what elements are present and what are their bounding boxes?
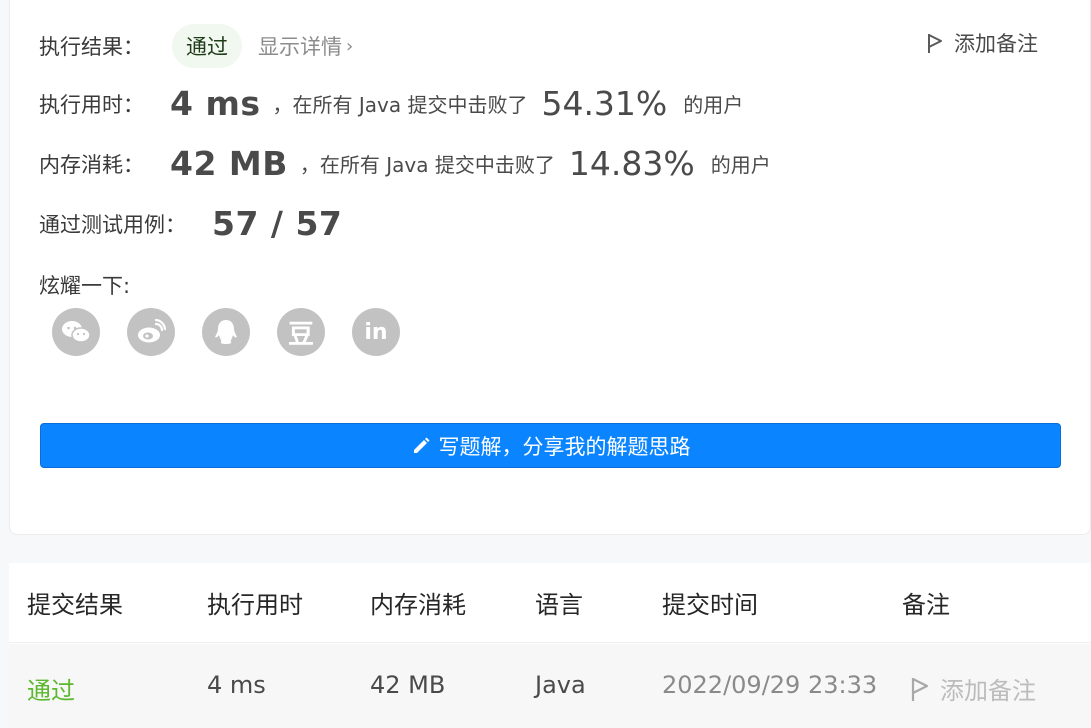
row-memory: 42 MB (370, 671, 446, 699)
header-language: 语言 (535, 591, 583, 619)
share-icons: 豆 in (52, 308, 400, 356)
memory-suffix: 的用户 (710, 153, 771, 177)
tests-label: 通过测试用例： (39, 212, 186, 237)
douban-glyph: 豆 (287, 319, 314, 350)
linkedin-glyph: in (364, 319, 388, 345)
row-add-note-label: 添加备注 (940, 677, 1036, 705)
result-card: 执行结果： 通过 显示详情 › 添加备注 执行用时： 4 ms ，在所有 Jav… (9, 0, 1091, 535)
table-row[interactable]: 通过 4 ms 42 MB Java 2022/09/29 23:33 添加备注 (9, 644, 1091, 728)
tests-value: 57 / 57 (212, 204, 343, 243)
memory-value: 42 MB (170, 144, 288, 183)
result-row: 执行结果： 通过 显示详情 › (39, 24, 353, 68)
write-solution-button[interactable]: 写题解，分享我的解题思路 (40, 423, 1061, 468)
header-time: 提交时间 (662, 591, 758, 619)
submission-table: 提交结果 执行用时 内存消耗 语言 提交时间 备注 通过 4 ms 42 MB … (9, 563, 1091, 728)
flag-icon (911, 677, 929, 701)
runtime-label: 执行用时： (39, 92, 144, 117)
runtime-desc: ，在所有 Java 提交中击败了 (272, 93, 528, 117)
share-label: 炫耀一下: (39, 274, 131, 298)
header-memory: 内存消耗 (370, 591, 466, 619)
memory-percent: 14.83% (568, 144, 695, 183)
douban-icon[interactable]: 豆 (277, 308, 325, 356)
runtime-value: 4 ms (170, 84, 261, 123)
show-details-link[interactable]: 显示详情 › (258, 31, 353, 61)
qq-icon[interactable] (202, 308, 250, 356)
share-row: 炫耀一下: (39, 270, 130, 300)
add-note-label: 添加备注 (954, 32, 1038, 56)
header-note: 备注 (902, 591, 950, 619)
linkedin-icon[interactable]: in (352, 308, 400, 356)
write-solution-label: 写题解，分享我的解题思路 (438, 434, 691, 459)
pencil-icon (413, 437, 429, 453)
status-badge: 通过 (172, 24, 242, 68)
show-details-label: 显示详情 (258, 35, 342, 59)
table-header: 提交结果 执行用时 内存消耗 语言 提交时间 备注 (9, 563, 1091, 643)
row-add-note-button[interactable]: 添加备注 (910, 671, 1036, 706)
header-runtime: 执行用时 (207, 591, 303, 619)
chevron-right-icon: › (346, 35, 354, 57)
row-runtime: 4 ms (207, 671, 266, 699)
result-label: 执行结果： (39, 35, 144, 59)
flag-icon (928, 34, 942, 53)
runtime-row: 执行用时： 4 ms ，在所有 Java 提交中击败了 54.31% 的用户 (39, 84, 743, 123)
memory-desc: ，在所有 Java 提交中击败了 (299, 153, 555, 177)
row-language: Java (535, 671, 586, 699)
memory-label: 内存消耗： (39, 152, 144, 177)
memory-row: 内存消耗： 42 MB ，在所有 Java 提交中击败了 14.83% 的用户 (39, 144, 771, 183)
row-result-link[interactable]: 通过 (27, 671, 75, 706)
tests-row: 通过测试用例： 57 / 57 (39, 204, 342, 243)
header-result: 提交结果 (27, 591, 123, 619)
weibo-icon[interactable] (127, 308, 175, 356)
runtime-suffix: 的用户 (683, 93, 744, 117)
runtime-percent: 54.31% (541, 84, 668, 123)
wechat-icon[interactable] (52, 308, 100, 356)
add-note-button[interactable]: 添加备注 (926, 28, 1038, 58)
row-time: 2022/09/29 23:33 (662, 671, 878, 699)
